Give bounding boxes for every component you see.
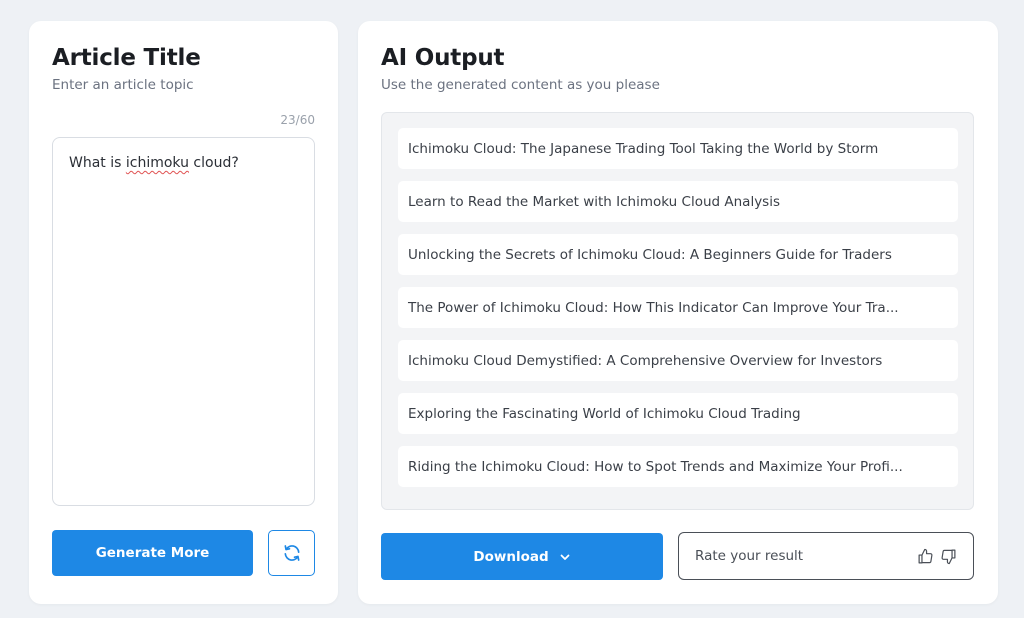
article-title-subtitle: Enter an article topic bbox=[52, 77, 194, 93]
output-item[interactable]: The Power of Ichimoku Cloud: How This In… bbox=[398, 287, 958, 328]
topic-text-start: What is bbox=[69, 155, 126, 171]
generate-more-button[interactable]: Generate More bbox=[52, 530, 253, 576]
article-title-heading: Article Title bbox=[52, 45, 201, 71]
thumbs-down-icon bbox=[941, 549, 956, 564]
topic-text-end: cloud? bbox=[188, 155, 239, 171]
output-item[interactable]: Learn to Read the Market with Ichimoku C… bbox=[398, 181, 958, 222]
ai-output-card: AI Output Use the generated content as y… bbox=[358, 21, 998, 604]
download-label: Download bbox=[473, 548, 549, 565]
ai-output-subtitle: Use the generated content as you please bbox=[381, 77, 660, 93]
thumbs-down-button[interactable] bbox=[940, 548, 957, 565]
output-item[interactable]: Exploring the Fascinating World of Ichim… bbox=[398, 393, 958, 434]
output-item[interactable]: Ichimoku Cloud Demystified: A Comprehens… bbox=[398, 340, 958, 381]
refresh-icon bbox=[284, 545, 299, 561]
thumbs-up-icon bbox=[918, 548, 933, 563]
rating-icons bbox=[917, 548, 957, 565]
output-list: Ichimoku Cloud: The Japanese Trading Too… bbox=[381, 112, 974, 510]
rate-result-label: Rate your result bbox=[695, 548, 804, 564]
ai-output-heading: AI Output bbox=[381, 45, 505, 71]
thumbs-up-button[interactable] bbox=[917, 548, 934, 565]
chevron-down-icon bbox=[560, 554, 570, 560]
topic-textarea[interactable]: What is ichimoku cloud? bbox=[52, 137, 315, 506]
rate-result-box: Rate your result bbox=[678, 532, 974, 580]
article-title-card: Article Title Enter an article topic 23/… bbox=[29, 21, 338, 604]
output-item[interactable]: Unlocking the Secrets of Ichimoku Cloud:… bbox=[398, 234, 958, 275]
download-button[interactable]: Download bbox=[381, 533, 663, 580]
refresh-button[interactable] bbox=[268, 530, 315, 576]
output-item[interactable]: Ichimoku Cloud: The Japanese Trading Too… bbox=[398, 128, 958, 169]
character-counter: 23/60 bbox=[280, 113, 315, 127]
output-item[interactable]: Riding the Ichimoku Cloud: How to Spot T… bbox=[398, 446, 958, 487]
topic-text-misspelled-word: ichimoku bbox=[125, 155, 189, 171]
